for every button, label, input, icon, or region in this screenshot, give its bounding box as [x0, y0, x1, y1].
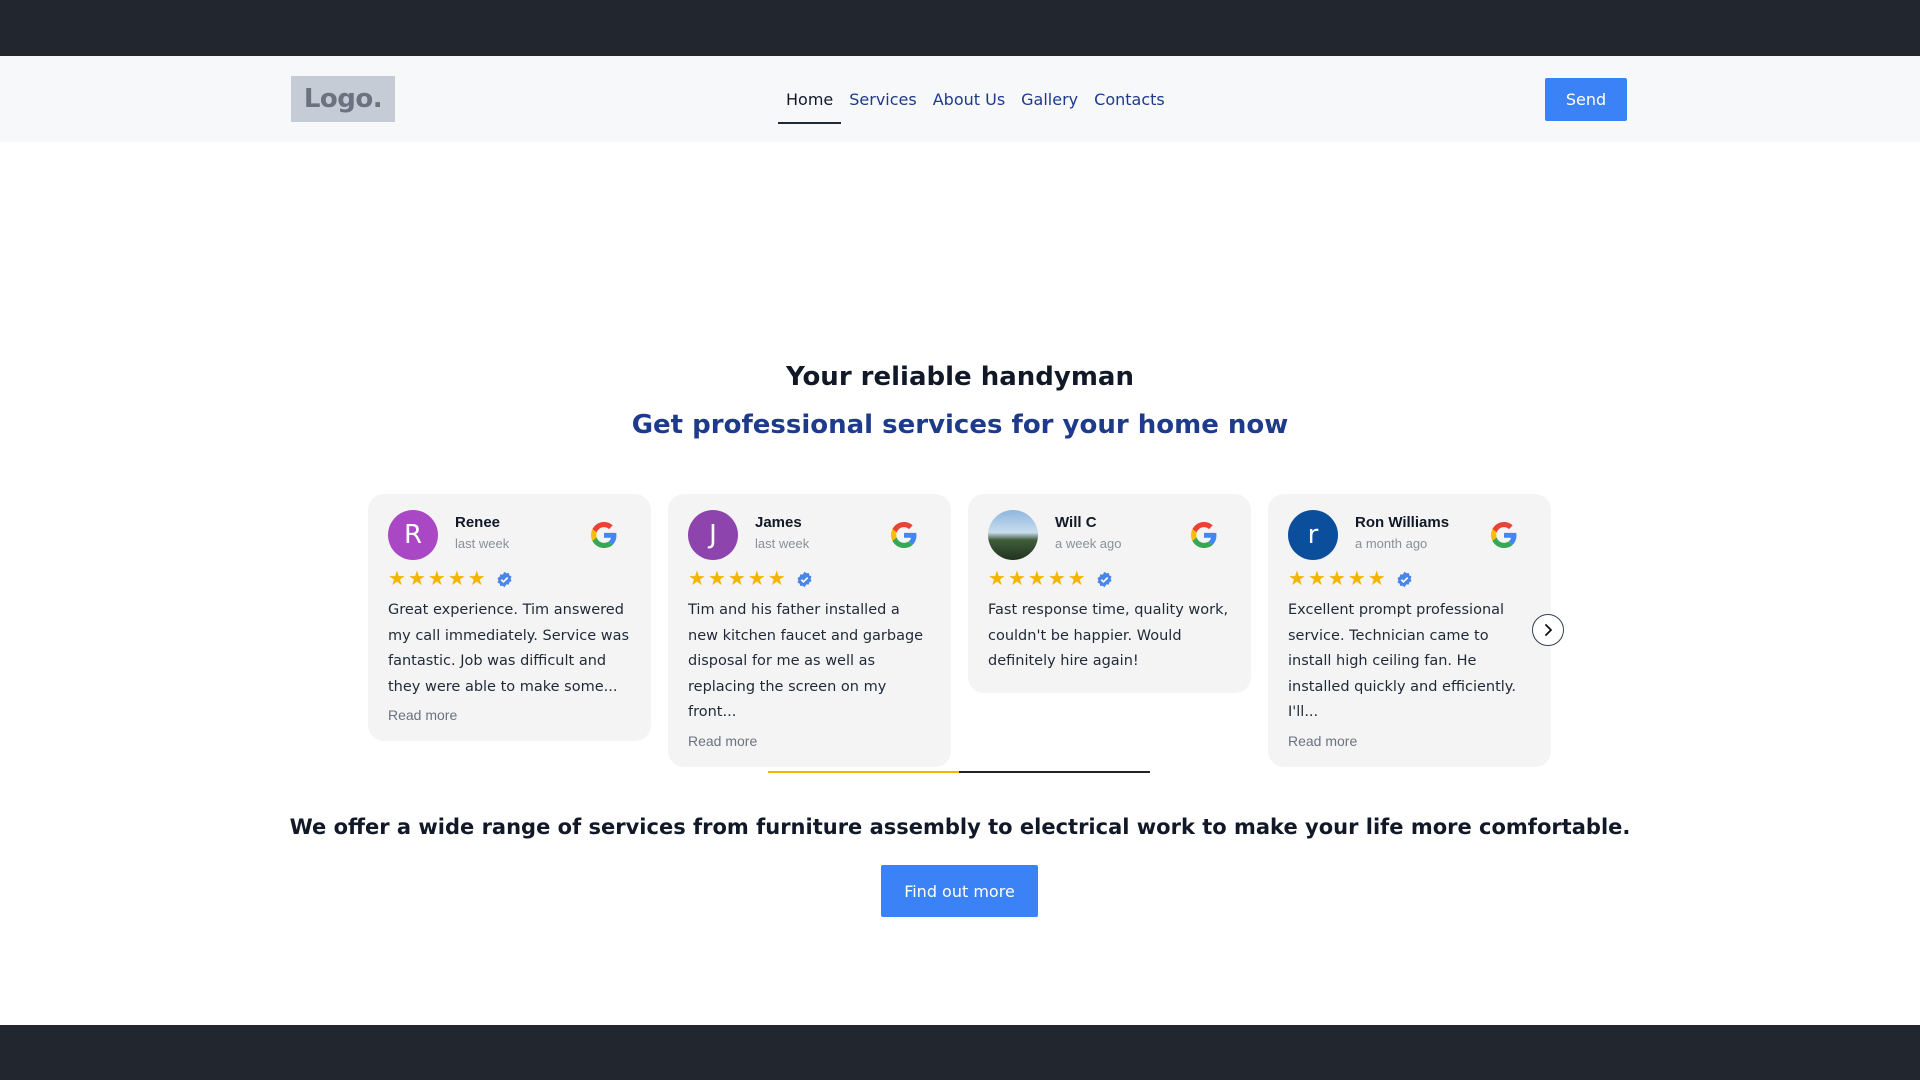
star-icon: ★	[747, 568, 766, 590]
verified-badge-icon	[797, 571, 812, 587]
reviewer-name: James	[755, 514, 802, 531]
verified-badge-icon	[1097, 571, 1112, 587]
find-out-more-button[interactable]: Find out more	[881, 865, 1038, 917]
review-text: Tim and his father installed a new kitch…	[688, 602, 924, 720]
nav-home[interactable]: Home	[778, 74, 842, 124]
star-icon: ★	[447, 568, 466, 590]
star-icon: ★	[1307, 568, 1326, 590]
chevron-right-icon	[1545, 624, 1552, 636]
review-card-ron-williams: r Ron Williams a month ago ★ ★ ★ ★ ★ Exc…	[1268, 494, 1551, 767]
star-rating: ★ ★ ★ ★ ★	[388, 568, 631, 590]
google-g-icon	[891, 522, 917, 548]
review-card-james: J James last week ★ ★ ★ ★ ★ Tim and his …	[668, 494, 951, 767]
star-rating: ★ ★ ★ ★ ★	[988, 568, 1231, 590]
site-header: Logo. Home Services About Us Gallery Con…	[0, 56, 1920, 142]
read-more-link[interactable]: Read more	[688, 733, 931, 749]
reviewer-avatar-photo	[988, 510, 1038, 560]
review-time: a month ago	[1355, 536, 1428, 551]
star-icon: ★	[1027, 568, 1046, 590]
star-rating: ★ ★ ★ ★ ★	[688, 568, 931, 590]
star-icon: ★	[727, 568, 746, 590]
reviewer-name: Renee	[455, 514, 501, 531]
nav-services[interactable]: Services	[841, 74, 924, 124]
review-card-will-c: Will C a week ago ★ ★ ★ ★ ★ Fast respons…	[968, 494, 1251, 693]
bottom-dark-bar	[0, 1025, 1920, 1080]
carousel-progress-track	[768, 771, 1150, 773]
hero-subtitle: Get professional services for your home …	[631, 410, 1289, 440]
star-icon: ★	[407, 568, 426, 590]
review-card-renee: R Renee last week ★ ★ ★ ★ ★ Great experi…	[368, 494, 651, 741]
google-g-icon	[1491, 522, 1517, 548]
read-more-link[interactable]: Read more	[1288, 733, 1531, 749]
top-dark-bar	[0, 0, 1920, 56]
carousel-next-button[interactable]	[1532, 614, 1564, 646]
star-icon: ★	[1067, 568, 1086, 590]
review-time: last week	[755, 536, 810, 551]
google-g-icon	[591, 522, 617, 548]
star-icon: ★	[707, 568, 726, 590]
nav-about-us[interactable]: About Us	[925, 74, 1013, 124]
star-icon: ★	[1007, 568, 1026, 590]
star-rating: ★ ★ ★ ★ ★	[1288, 568, 1531, 590]
review-time: last week	[455, 536, 510, 551]
star-icon: ★	[1367, 568, 1386, 590]
star-icon: ★	[1327, 568, 1346, 590]
star-icon: ★	[988, 568, 1006, 590]
reviewer-avatar: R	[388, 510, 438, 560]
star-icon: ★	[388, 568, 406, 590]
star-icon: ★	[767, 568, 786, 590]
reviewer-avatar: r	[1288, 510, 1338, 560]
send-button[interactable]: Send	[1545, 78, 1627, 121]
read-more-link[interactable]: Read more	[388, 707, 631, 723]
nav-gallery[interactable]: Gallery	[1013, 74, 1086, 124]
services-description: We offer a wide range of services from f…	[289, 815, 1631, 839]
google-g-icon	[1191, 522, 1217, 548]
nav-contacts[interactable]: Contacts	[1086, 74, 1173, 124]
review-time: a week ago	[1055, 536, 1122, 551]
carousel-progress-fill	[768, 771, 959, 773]
reviewer-name: Ron Williams	[1355, 514, 1450, 531]
star-icon: ★	[688, 568, 706, 590]
star-icon: ★	[1347, 568, 1366, 590]
review-text: Excellent prompt professional service. T…	[1288, 602, 1516, 720]
hero-title: Your reliable handyman	[786, 362, 1134, 392]
reviews-carousel: R Renee last week ★ ★ ★ ★ ★ Great experi…	[368, 494, 1564, 767]
reviewer-name: Will C	[1055, 514, 1097, 531]
reviewer-avatar: J	[688, 510, 738, 560]
verified-badge-icon	[1397, 571, 1412, 587]
star-icon: ★	[1047, 568, 1066, 590]
main-nav: Home Services About Us Gallery Contacts	[778, 74, 1173, 124]
star-icon: ★	[1288, 568, 1306, 590]
star-icon: ★	[467, 568, 486, 590]
review-text: Great experience. Tim answered my call i…	[388, 602, 630, 695]
review-text: Fast response time, quality work, couldn…	[988, 602, 1229, 669]
star-icon: ★	[427, 568, 446, 590]
verified-badge-icon	[497, 571, 512, 587]
logo[interactable]: Logo.	[291, 76, 395, 122]
